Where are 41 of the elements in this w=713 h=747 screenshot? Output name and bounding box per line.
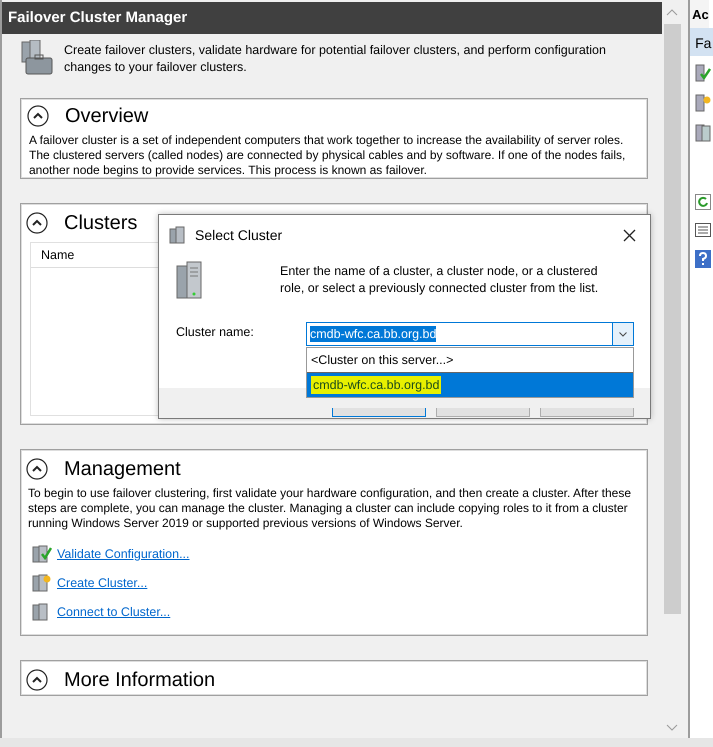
server-check-icon[interactable]	[695, 64, 712, 82]
scrollbar-thumb[interactable]	[664, 24, 681, 614]
server-star-icon	[32, 574, 52, 592]
dropdown-option[interactable]: cmdb-wfc.ca.bb.org.bd	[307, 372, 633, 397]
close-icon[interactable]	[623, 228, 636, 242]
server-icon[interactable]	[695, 124, 712, 142]
section-description: To begin to use failover clustering, first validate your hardware configuration, and then create a cluster. After these steps are complete, you can manage the cluster. Managing a cluster can include copying roles to it from a cluster running Windows Server 2019 or supported previous versions of Windows Server.	[27, 485, 632, 531]
dialog-title: Select Cluster	[195, 227, 282, 243]
action-link[interactable]: Create Cluster...	[57, 576, 148, 590]
refresh-icon[interactable]	[695, 194, 712, 210]
server-toolbox-icon	[20, 40, 54, 76]
caret-icon	[619, 332, 627, 336]
server-check-icon	[32, 545, 52, 563]
collapse-icon[interactable]	[27, 105, 49, 127]
window-title: Failover Cluster Manager	[2, 2, 662, 34]
intro-text: Create failover clusters, validate hardware for potential failover clusters, and perform configuration changes to your failover clusters.	[64, 42, 607, 76]
action-link[interactable]: Validate Configuration...	[57, 547, 190, 561]
section-title: More Information	[64, 668, 216, 692]
field-label: Cluster name:	[176, 324, 255, 339]
server-star-icon[interactable]	[695, 94, 712, 112]
section-title: Overview	[65, 108, 148, 124]
list-icon[interactable]	[695, 222, 712, 238]
section-title: Management	[64, 458, 181, 480]
selected-text: cmdb-wfc.ca.bb.org.bd	[310, 326, 436, 342]
collapse-icon[interactable]	[26, 669, 48, 691]
cluster-name-combobox[interactable]: cmdb-wfc.ca.bb.org.bd	[306, 322, 634, 346]
action-link[interactable]: Connect to Cluster...	[57, 605, 170, 619]
help-icon[interactable]	[695, 250, 712, 268]
collapse-icon[interactable]	[26, 212, 48, 234]
actions-item[interactable]: Fa	[690, 28, 713, 56]
dropdown-option[interactable]: <Cluster on this server...>	[307, 348, 633, 372]
column-header[interactable]: Name	[31, 248, 74, 262]
dialog-instructions: Enter the name of a cluster, a cluster node, or a clustered role, or select a previously connected cluster from the list.	[280, 263, 600, 297]
cluster-icon	[169, 226, 187, 244]
section-description: A failover cluster is a set of independent computers that work together to increase the availability of server roles. The clustered servers (called nodes) are connected by physical cables and by software. If one of the nodes fails, another node begins to provide services. This process is known as failover.	[28, 132, 626, 178]
dialog-button[interactable]	[332, 408, 426, 417]
dropdown-button[interactable]	[612, 323, 633, 345]
collapse-icon[interactable]	[26, 458, 48, 480]
actions-header: Ac	[690, 0, 709, 28]
section-title: Clusters	[64, 212, 138, 234]
horizontal-scrollbar[interactable]	[0, 738, 713, 747]
